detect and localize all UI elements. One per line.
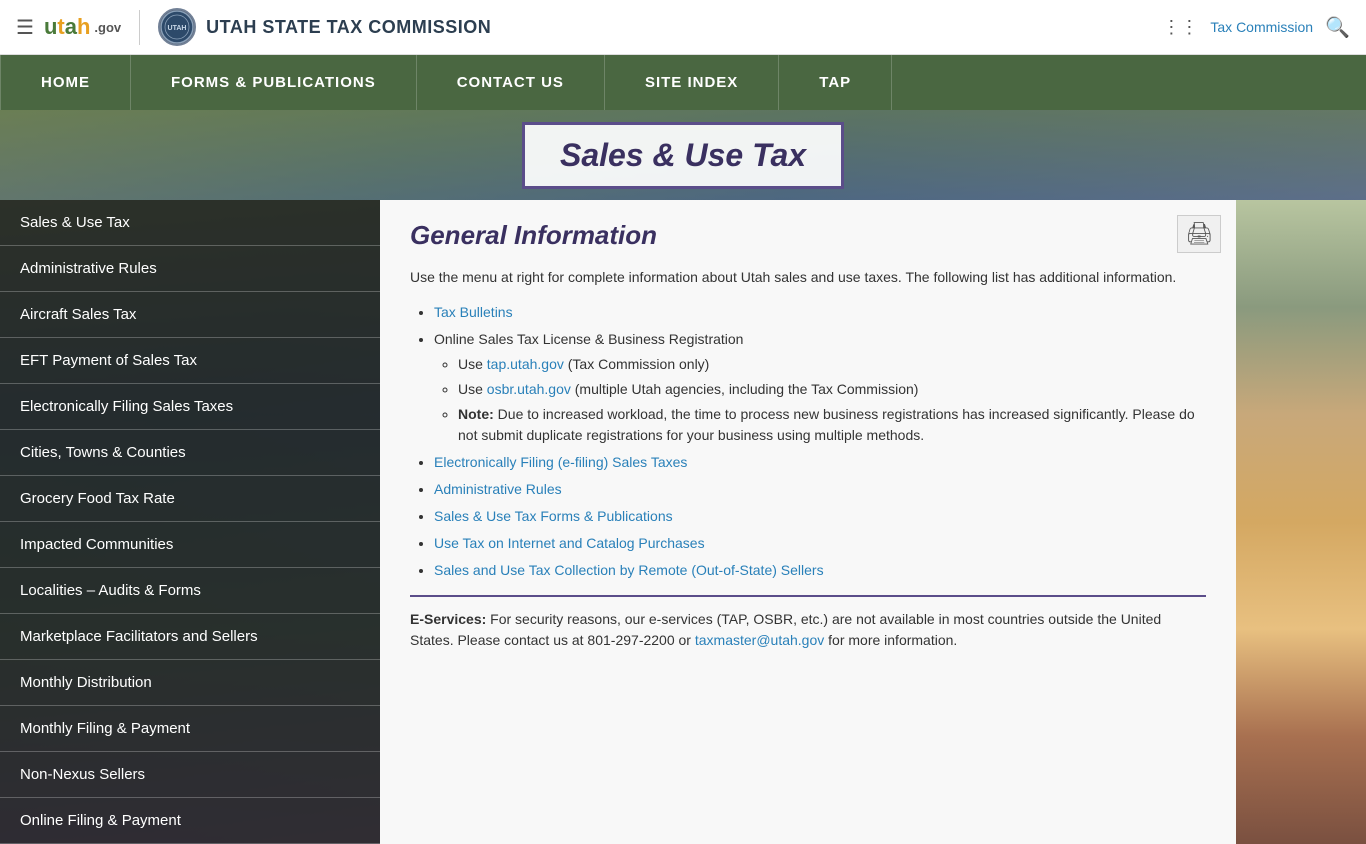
logo-divider bbox=[139, 10, 140, 45]
remote-sellers-link[interactable]: Sales and Use Tax Collection by Remote (… bbox=[434, 562, 824, 578]
e-services-suffix: for more information. bbox=[824, 632, 957, 648]
content-area: 🖨 General Information Use the menu at ri… bbox=[380, 200, 1236, 844]
grid-icon[interactable]: ⋮⋮ bbox=[1162, 17, 1198, 38]
hero-title: Sales & Use Tax bbox=[560, 137, 806, 173]
sidebar: Sales & Use Tax Administrative Rules Air… bbox=[0, 200, 380, 844]
svg-text:UTAH: UTAH bbox=[168, 25, 187, 32]
forms-link[interactable]: Sales & Use Tax Forms & Publications bbox=[434, 508, 673, 524]
content-intro: Use the menu at right for complete infor… bbox=[410, 267, 1206, 288]
hero-section: Sales & Use Tax bbox=[0, 110, 1366, 200]
admin-rules-link[interactable]: Administrative Rules bbox=[434, 481, 562, 497]
use-tax-link[interactable]: Use Tax on Internet and Catalog Purchase… bbox=[434, 535, 705, 551]
sidebar-item-cities[interactable]: Cities, Towns & Counties bbox=[0, 430, 380, 476]
note-bold: Note: bbox=[458, 406, 494, 422]
nav-site-index[interactable]: SITE INDEX bbox=[605, 55, 779, 110]
nav-home[interactable]: HOME bbox=[0, 55, 131, 110]
sidebar-item-sales-use-tax[interactable]: Sales & Use Tax bbox=[0, 200, 380, 246]
content-main-list: Tax Bulletins Online Sales Tax License &… bbox=[410, 302, 1206, 581]
tap-link[interactable]: tap.utah.gov bbox=[487, 356, 564, 372]
hero-title-box: Sales & Use Tax bbox=[522, 122, 844, 189]
sidebar-item-monthly-filing[interactable]: Monthly Filing & Payment bbox=[0, 706, 380, 752]
top-bar: ☰ utah .gov UTAH UTAH STATE TAX COMMISSI… bbox=[0, 0, 1366, 55]
nav-forms[interactable]: FORMS & PUBLICATIONS bbox=[131, 55, 417, 110]
osbr-link[interactable]: osbr.utah.gov bbox=[487, 381, 571, 397]
sidebar-item-non-nexus[interactable]: Non-Nexus Sellers bbox=[0, 752, 380, 798]
e-filing-link[interactable]: Electronically Filing (e-filing) Sales T… bbox=[434, 454, 687, 470]
sidebar-item-grocery[interactable]: Grocery Food Tax Rate bbox=[0, 476, 380, 522]
top-bar-left: ☰ utah .gov UTAH UTAH STATE TAX COMMISSI… bbox=[16, 8, 1162, 46]
tax-bulletins-link[interactable]: Tax Bulletins bbox=[434, 304, 513, 320]
main-content: Sales & Use Tax Administrative Rules Air… bbox=[0, 200, 1366, 844]
search-button[interactable]: 🔍 bbox=[1325, 15, 1350, 40]
list-item-forms: Sales & Use Tax Forms & Publications bbox=[434, 506, 1206, 527]
utah-gov-text: .gov bbox=[94, 20, 121, 35]
sidebar-item-aircraft[interactable]: Aircraft Sales Tax bbox=[0, 292, 380, 338]
sidebar-item-e-filing[interactable]: Electronically Filing Sales Taxes bbox=[0, 384, 380, 430]
sidebar-item-marketplace[interactable]: Marketplace Facilitators and Sellers bbox=[0, 614, 380, 660]
agency-title: UTAH STATE TAX COMMISSION bbox=[206, 17, 491, 38]
nav-contact[interactable]: CONTACT US bbox=[417, 55, 605, 110]
online-reg-text: Online Sales Tax License & Business Regi… bbox=[434, 331, 743, 347]
e-services-section: E-Services: For security reasons, our e-… bbox=[410, 595, 1206, 651]
sidebar-item-impacted[interactable]: Impacted Communities bbox=[0, 522, 380, 568]
sub-item-note: Note: Due to increased workload, the tim… bbox=[458, 404, 1206, 446]
sidebar-item-admin-rules[interactable]: Administrative Rules bbox=[0, 246, 380, 292]
list-item-remote-sellers: Sales and Use Tax Collection by Remote (… bbox=[434, 560, 1206, 581]
tax-commission-link[interactable]: Tax Commission bbox=[1210, 19, 1313, 35]
sidebar-item-eft[interactable]: EFT Payment of Sales Tax bbox=[0, 338, 380, 384]
nav-tap[interactable]: TAP bbox=[779, 55, 892, 110]
e-services-bold: E-Services: bbox=[410, 611, 486, 627]
list-item-tax-bulletins: Tax Bulletins bbox=[434, 302, 1206, 323]
sidebar-item-monthly-dist[interactable]: Monthly Distribution bbox=[0, 660, 380, 706]
utah-gov-logo: utah .gov bbox=[44, 14, 121, 40]
sub-item-tap: Use tap.utah.gov (Tax Commission only) bbox=[458, 354, 1206, 375]
list-item-admin-rules: Administrative Rules bbox=[434, 479, 1206, 500]
utah-logo-text: utah bbox=[44, 14, 90, 40]
agency-seal: UTAH bbox=[158, 8, 196, 46]
online-reg-sublist: Use tap.utah.gov (Tax Commission only) U… bbox=[434, 354, 1206, 446]
taxmaster-email[interactable]: taxmaster@utah.gov bbox=[695, 632, 824, 648]
list-item-online-reg: Online Sales Tax License & Business Regi… bbox=[434, 329, 1206, 446]
content-title: General Information bbox=[410, 220, 1206, 251]
list-item-use-tax: Use Tax on Internet and Catalog Purchase… bbox=[434, 533, 1206, 554]
sidebar-item-localities[interactable]: Localities – Audits & Forms bbox=[0, 568, 380, 614]
menu-icon[interactable]: ☰ bbox=[16, 15, 34, 40]
main-nav: HOME FORMS & PUBLICATIONS CONTACT US SIT… bbox=[0, 55, 1366, 110]
sub-item-osbr: Use osbr.utah.gov (multiple Utah agencie… bbox=[458, 379, 1206, 400]
print-button[interactable]: 🖨 bbox=[1177, 215, 1221, 253]
top-bar-right: ⋮⋮ Tax Commission 🔍 bbox=[1162, 15, 1350, 40]
sidebar-item-online-filing[interactable]: Online Filing & Payment bbox=[0, 798, 380, 844]
right-panel bbox=[1236, 200, 1366, 844]
list-item-e-filing: Electronically Filing (e-filing) Sales T… bbox=[434, 452, 1206, 473]
